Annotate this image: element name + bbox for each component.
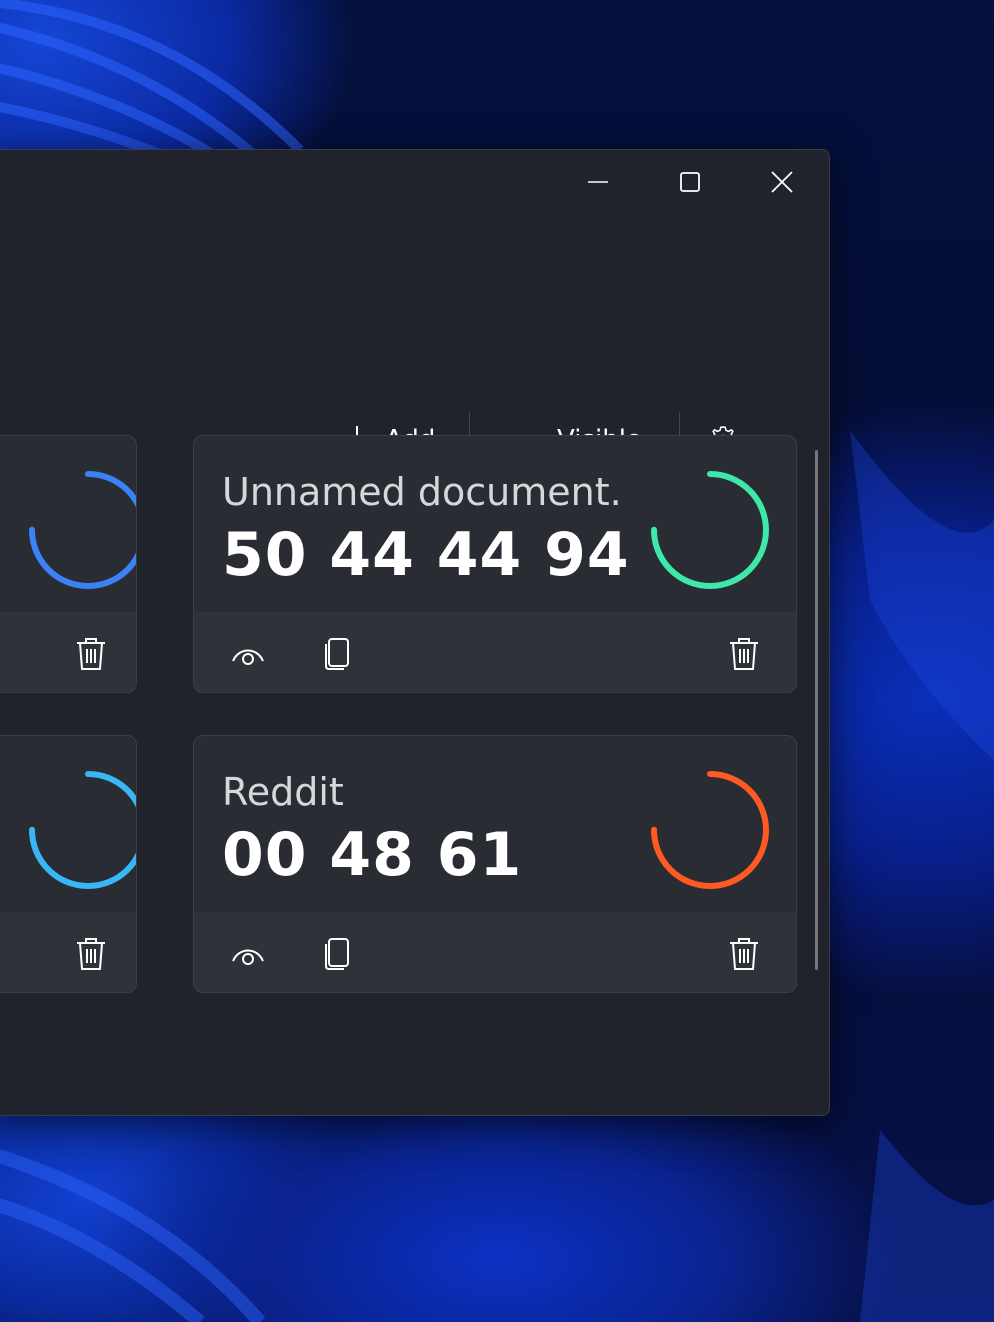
code-card: Unnamed document... 50 44 44 94 bbox=[193, 435, 797, 693]
eye-icon bbox=[232, 949, 264, 965]
code-card bbox=[0, 435, 137, 693]
eye-icon bbox=[232, 649, 264, 665]
trash-icon bbox=[730, 938, 758, 970]
vertical-scrollbar[interactable] bbox=[815, 450, 818, 970]
card-title: Unnamed document... bbox=[222, 470, 622, 514]
card-footer bbox=[194, 912, 796, 992]
countdown-ring bbox=[651, 471, 769, 589]
maximize-icon bbox=[680, 172, 700, 192]
copy-code-button[interactable] bbox=[312, 930, 360, 978]
code-card bbox=[0, 735, 137, 993]
card-footer bbox=[194, 612, 796, 692]
minimize-button[interactable] bbox=[562, 150, 634, 214]
trash-icon bbox=[730, 638, 758, 670]
one-time-code[interactable]: 00 48 61 bbox=[222, 820, 522, 890]
copy-code-button[interactable] bbox=[312, 630, 360, 678]
reveal-code-button[interactable] bbox=[224, 630, 272, 678]
reveal-code-button[interactable] bbox=[224, 930, 272, 978]
delete-button[interactable] bbox=[67, 930, 115, 978]
maximize-button[interactable] bbox=[654, 150, 726, 214]
app-window: Add Visible bbox=[0, 149, 830, 1116]
delete-button[interactable] bbox=[720, 630, 768, 678]
minimize-icon bbox=[588, 181, 608, 183]
close-icon bbox=[771, 171, 793, 193]
delete-button[interactable] bbox=[67, 630, 115, 678]
copy-icon bbox=[325, 638, 349, 670]
one-time-code[interactable]: 50 44 44 94 bbox=[222, 520, 630, 590]
countdown-ring bbox=[651, 771, 769, 889]
close-button[interactable] bbox=[746, 150, 818, 214]
code-card: Reddit 00 48 61 bbox=[193, 735, 797, 993]
copy-icon bbox=[325, 938, 349, 970]
countdown-ring bbox=[29, 471, 136, 589]
card-title: Reddit bbox=[222, 770, 344, 814]
trash-icon bbox=[77, 938, 105, 970]
trash-icon bbox=[77, 638, 105, 670]
countdown-ring bbox=[29, 771, 136, 889]
delete-button[interactable] bbox=[720, 930, 768, 978]
